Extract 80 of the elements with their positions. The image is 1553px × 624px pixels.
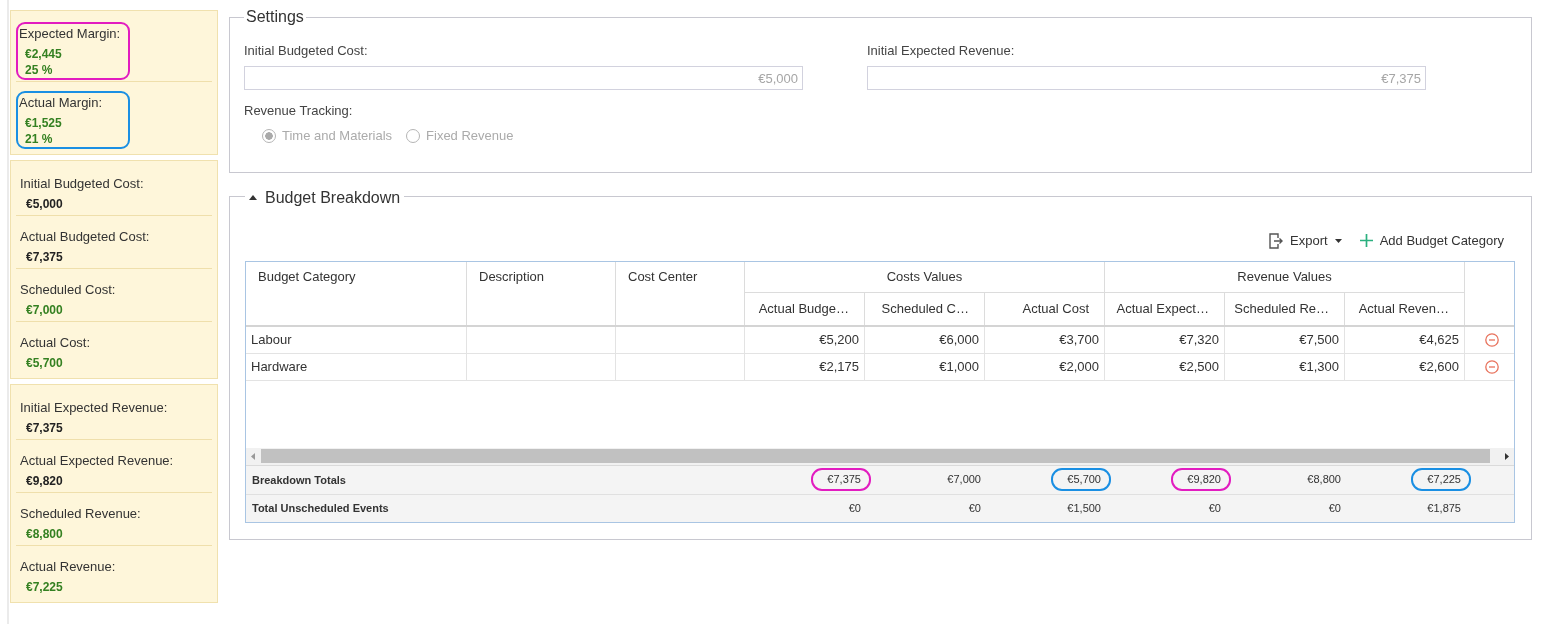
table-cell: €6,000 xyxy=(865,326,985,353)
summary-value: €9,820 xyxy=(26,473,63,490)
export-button[interactable]: Export xyxy=(1269,232,1342,249)
scrollbar-thumb[interactable] xyxy=(261,449,1490,463)
total-value: €0 xyxy=(1328,501,1341,515)
table-cell: €1,300 xyxy=(1225,353,1345,380)
column-group-header: Revenue Values xyxy=(1105,261,1465,293)
table-cell: €7,500 xyxy=(1225,326,1345,353)
summary-percent: 21 % xyxy=(25,131,53,147)
table-cell: €2,500 xyxy=(1105,353,1225,380)
remove-icon[interactable] xyxy=(1485,359,1499,374)
scrollbar-track[interactable] xyxy=(246,447,1514,465)
remove-icon[interactable] xyxy=(1485,332,1499,347)
footer-label: Total Unscheduled Events xyxy=(252,502,389,514)
column-header: Actual Cost xyxy=(985,292,1105,325)
summary-value: €2,445 xyxy=(25,46,62,62)
summary-value: €7,375 xyxy=(26,249,63,266)
summary-label: Initial Expected Revenue: xyxy=(20,399,168,417)
table-cell: €2,175 xyxy=(745,353,865,380)
table-cell: Hardware xyxy=(246,353,467,380)
summary-label: Actual Cost: xyxy=(20,334,91,352)
summary-value: €7,375 xyxy=(26,420,63,437)
column-header: Budget Category xyxy=(246,261,467,325)
column-header: Actual Budge… xyxy=(745,292,865,325)
caret-up-icon[interactable] xyxy=(249,195,257,200)
total-value: €7,000 xyxy=(947,473,981,486)
field-label: Initial Budgeted Cost: xyxy=(244,42,368,60)
summary-value: €8,800 xyxy=(26,526,63,543)
total-value: €7,375 xyxy=(811,468,871,491)
total-value: €1,500 xyxy=(1067,501,1101,515)
footer-label: Breakdown Totals xyxy=(252,473,346,486)
summary-value: €7,225 xyxy=(26,579,63,596)
table-cell: €3,700 xyxy=(985,326,1105,353)
summary-label: Actual Expected Revenue: xyxy=(20,452,174,470)
summary-label: Scheduled Revenue: xyxy=(20,505,141,523)
column-header: Description xyxy=(467,261,616,325)
table-cell: €4,625 xyxy=(1345,326,1465,353)
column-header: Cost Center xyxy=(616,261,745,325)
summary-value: €1,525 xyxy=(25,115,62,131)
table-cell: €7,320 xyxy=(1105,326,1225,353)
table-cell: €5,200 xyxy=(745,326,865,353)
summary-label: Actual Margin: xyxy=(19,94,103,112)
total-value: €1,875 xyxy=(1427,501,1461,515)
column-header: Scheduled C… xyxy=(865,292,985,325)
input-field[interactable]: €5,000 xyxy=(244,66,803,90)
table-cell: €2,600 xyxy=(1345,353,1465,380)
summary-value: €7,000 xyxy=(26,302,63,319)
caret-down-icon[interactable] xyxy=(1334,238,1342,243)
table-cell: €2,000 xyxy=(985,353,1105,380)
total-value: €7,225 xyxy=(1411,468,1471,491)
input-field[interactable]: €7,375 xyxy=(867,66,1426,90)
summary-label: Expected Margin: xyxy=(19,25,121,43)
summary-label: Actual Revenue: xyxy=(20,558,116,576)
total-value: €0 xyxy=(848,501,861,515)
table-cell: Labour xyxy=(246,326,467,353)
plus-icon[interactable] xyxy=(1359,234,1373,247)
summary-label: Initial Budgeted Cost: xyxy=(20,175,144,193)
summary-percent: 25 % xyxy=(25,62,53,78)
column-header: Scheduled Re… xyxy=(1225,292,1345,325)
summary-label: Actual Budgeted Cost: xyxy=(20,228,150,246)
total-value: €0 xyxy=(1208,501,1221,515)
total-value: €5,700 xyxy=(1051,468,1111,491)
table-cell: €1,000 xyxy=(865,353,985,380)
summary-value: €5,000 xyxy=(26,196,63,213)
section-title: Settings xyxy=(246,8,304,25)
section-title: Budget Breakdown xyxy=(265,188,401,207)
column-group-header: Costs Values xyxy=(745,261,1105,293)
summary-value: €5,700 xyxy=(26,355,63,372)
column-header: Actual Expect… xyxy=(1105,292,1225,325)
total-value: €0 xyxy=(968,501,981,515)
field-label: Revenue Tracking: xyxy=(244,102,353,120)
add-budget-category-button[interactable]: Add Budget Category xyxy=(1359,233,1504,248)
total-value: €9,820 xyxy=(1171,468,1231,491)
total-value: €8,800 xyxy=(1307,473,1341,486)
export-icon[interactable] xyxy=(1269,232,1284,249)
column-header: Actual Reven… xyxy=(1345,292,1465,325)
scroll-right-icon[interactable] xyxy=(1505,452,1509,460)
scroll-left-icon[interactable] xyxy=(251,452,255,460)
field-label: Initial Expected Revenue: xyxy=(867,42,1015,60)
summary-label: Scheduled Cost: xyxy=(20,281,116,299)
